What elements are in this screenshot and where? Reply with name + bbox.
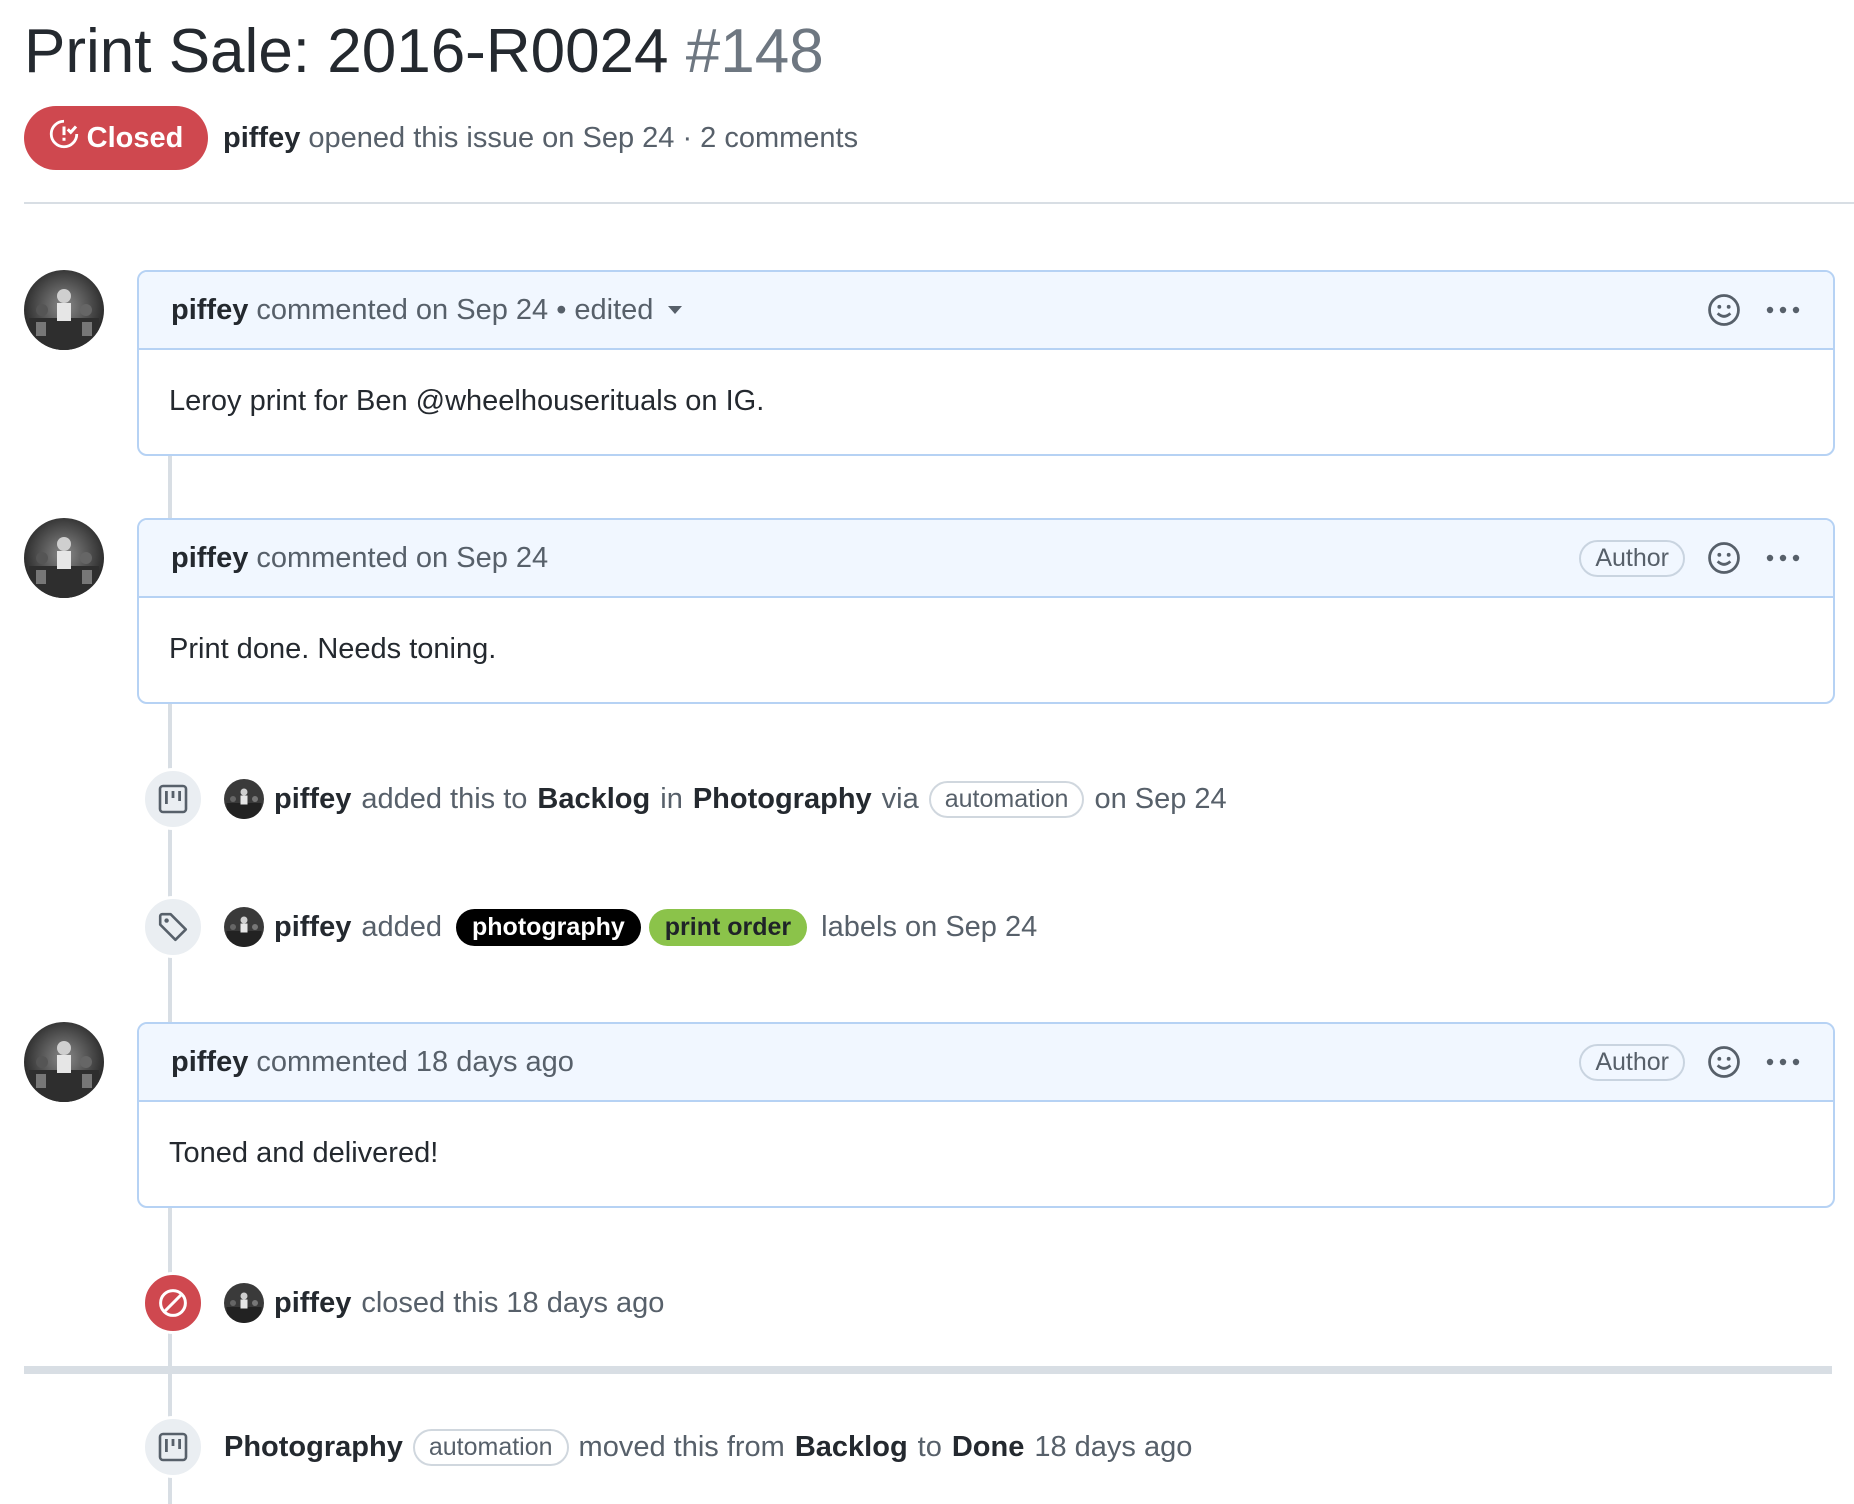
comment-header: piffey commented on Sep 24 • edited [139,272,1833,350]
kebab-horizontal-icon[interactable] [1765,553,1801,563]
comment-author[interactable]: piffey [171,1046,248,1079]
label-photography[interactable]: photography [456,908,641,946]
project-icon [142,768,204,830]
tag-icon [142,896,204,958]
avatar[interactable] [24,518,104,598]
event-text: added this to [361,782,528,815]
smiley-icon[interactable] [1707,1045,1741,1079]
state-badge: Closed [24,106,208,170]
project-link[interactable]: Photography [224,1431,403,1464]
comment-header-text[interactable]: commented on Sep 24 • edited [256,294,653,327]
to-column: Done [951,1430,1025,1463]
comment-header: piffey commented on Sep 24 Author [139,520,1833,598]
actor-link[interactable]: piffey [274,783,351,816]
issue-closed-icon [49,119,79,157]
event-timestamp[interactable]: 18 days ago [1034,1431,1192,1464]
comment-author[interactable]: piffey [171,294,248,327]
actor-link[interactable]: piffey [274,911,351,944]
actor-avatar[interactable] [224,1283,264,1323]
from-column: Backlog [794,1430,908,1463]
event-text: added [361,910,442,943]
event-text: in [660,782,683,815]
author-badge: Author [1579,539,1685,577]
actor-avatar[interactable] [224,907,264,947]
timeline-event-closed: piffey closed this 18 days ago [142,1272,664,1334]
comment-header: piffey commented 18 days ago Author [139,1024,1833,1102]
state-label: Closed [86,121,184,154]
issue-title: Print Sale: 2016-R0024 #148 [24,14,824,90]
event-text: to [917,1430,942,1463]
comment: piffey commented on Sep 24 Author Print … [137,518,1835,704]
comment-header-text[interactable]: commented on Sep 24 [256,542,548,575]
automation-badge: automation [928,780,1085,818]
issue-meta-text: opened this issue on Sep 24 · 2 comments [308,122,859,154]
issue-title-text: Print Sale: 2016-R0024 [24,17,669,86]
event-timestamp[interactable]: closed this 18 days ago [361,1287,664,1320]
avatar[interactable] [24,270,104,350]
project-link[interactable]: Photography [693,783,872,816]
event-timestamp[interactable]: on Sep 24 [1094,783,1226,816]
comment-body: Print done. Needs toning. [169,632,497,665]
column-name: Backlog [537,782,651,815]
smiley-icon[interactable] [1707,541,1741,575]
author-badge: Author [1579,1043,1685,1081]
smiley-icon[interactable] [1707,293,1741,327]
issue-number: #148 [685,17,824,86]
event-text: moved this from [578,1430,785,1463]
kebab-horizontal-icon[interactable] [1765,305,1801,315]
automation-badge: automation [412,1428,569,1466]
actor-avatar[interactable] [224,779,264,819]
header-divider [24,202,1854,204]
kebab-horizontal-icon[interactable] [1765,1057,1801,1067]
event-timestamp[interactable]: labels on Sep 24 [821,911,1037,944]
timeline-event-project-added: piffey added this to Backlog in Photogra… [142,768,1227,830]
comment-author[interactable]: piffey [171,542,248,575]
label-print-order[interactable]: print order [648,908,808,946]
comment-body: Leroy print for Ben @wheelhouserituals o… [169,384,765,417]
circle-slash-icon [142,1272,204,1334]
comment: piffey commented 18 days ago Author Tone… [137,1022,1835,1208]
comment-body: Toned and delivered! [169,1136,439,1169]
actor-link[interactable]: piffey [274,1287,351,1320]
project-icon [142,1416,204,1478]
issue-author-link[interactable]: piffey [223,122,300,154]
event-text: via [881,782,919,815]
avatar[interactable] [24,1022,104,1102]
timeline-event-moved: Photography automation moved this from B… [142,1416,1192,1478]
triangle-down-icon[interactable] [667,305,683,315]
timeline-break [24,1366,1832,1374]
timeline-event-labels-added: piffey added photography print order lab… [142,896,1037,958]
issue-meta: piffey opened this issue on Sep 24 · 2 c… [223,118,858,158]
comment: piffey commented on Sep 24 • edited Lero… [137,270,1835,456]
comment-header-text[interactable]: commented 18 days ago [256,1046,574,1079]
